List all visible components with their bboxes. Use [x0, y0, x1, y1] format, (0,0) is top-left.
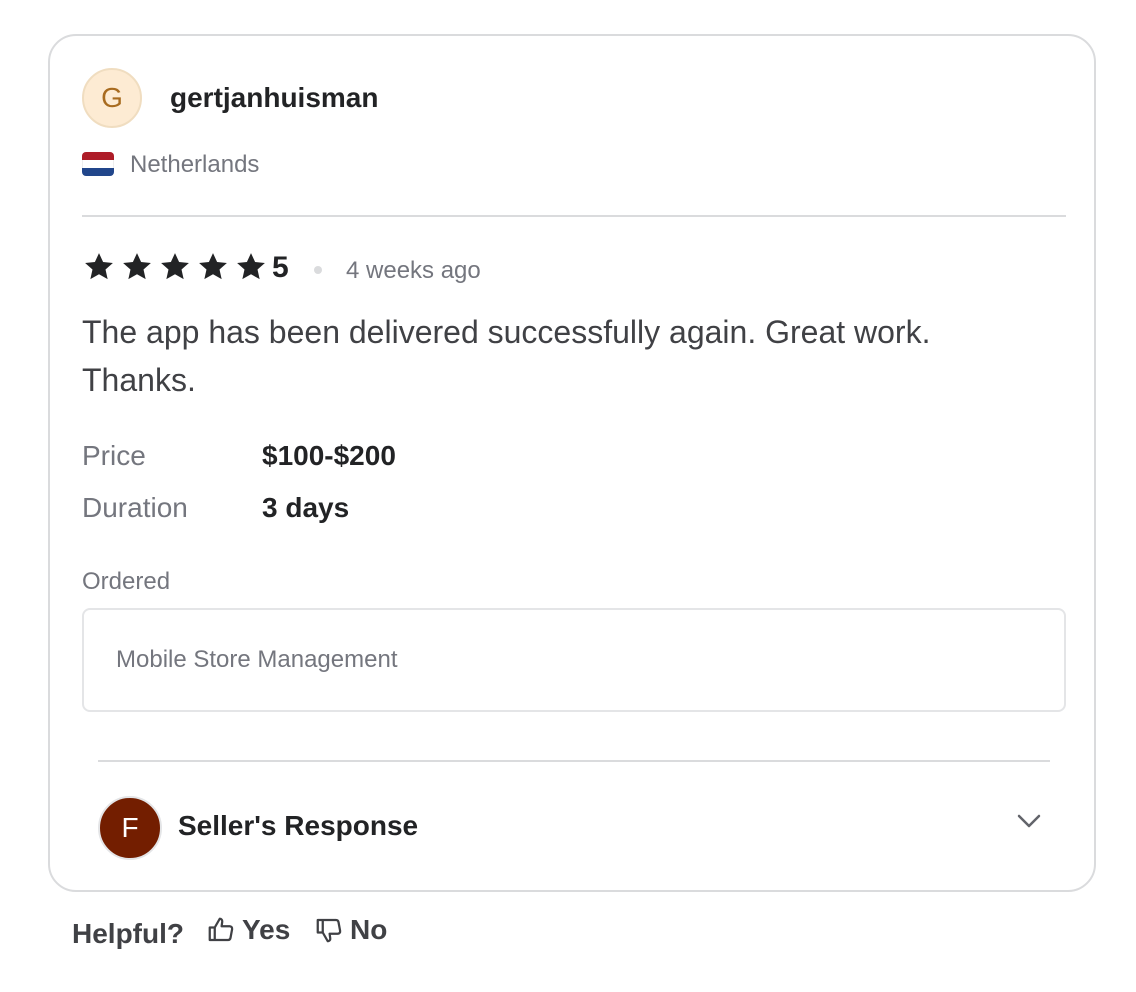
- seller-response-title[interactable]: Seller's Response: [178, 810, 418, 842]
- header-divider: [82, 215, 1066, 217]
- star-icon: [237, 253, 265, 280]
- duration-label: Duration: [82, 492, 188, 523]
- star-icon: [85, 253, 113, 280]
- reviewer-username[interactable]: gertjanhuisman: [170, 82, 378, 114]
- price-label: Price: [82, 440, 146, 471]
- helpful-yes-button[interactable]: Yes: [206, 914, 290, 946]
- rating-value: 5: [272, 251, 289, 284]
- review-time: 4 weeks ago: [346, 257, 481, 284]
- separator-dot: [314, 266, 322, 274]
- thumbs-up-icon: [208, 917, 234, 942]
- star-rating: [82, 250, 268, 284]
- star-icon: [199, 253, 227, 280]
- seller-avatar: F: [98, 796, 162, 860]
- helpful-no-button[interactable]: No: [314, 914, 387, 946]
- duration-value: 3 days: [262, 492, 350, 523]
- reviewer-avatar: G: [82, 68, 142, 128]
- review-text: The app has been delivered successfully …: [82, 314, 931, 398]
- reviewer-country: Netherlands: [130, 151, 260, 178]
- helpful-no-label: No: [350, 914, 388, 945]
- ordered-item[interactable]: Mobile Store Management: [116, 646, 397, 674]
- helpful-label: Helpful?: [72, 918, 184, 949]
- seller-initial: F: [121, 812, 139, 843]
- star-icon: [161, 253, 189, 280]
- ordered-label: Ordered: [82, 568, 171, 595]
- thumbs-down-icon: [316, 918, 342, 943]
- response-divider: [98, 760, 1050, 762]
- price-value: $100-$200: [262, 440, 396, 471]
- reviewer-initial: G: [101, 82, 123, 113]
- netherlands-flag-icon: [82, 152, 114, 176]
- star-icon: [123, 253, 151, 280]
- helpful-yes-label: Yes: [242, 914, 291, 945]
- chevron-down-icon[interactable]: [1014, 806, 1044, 836]
